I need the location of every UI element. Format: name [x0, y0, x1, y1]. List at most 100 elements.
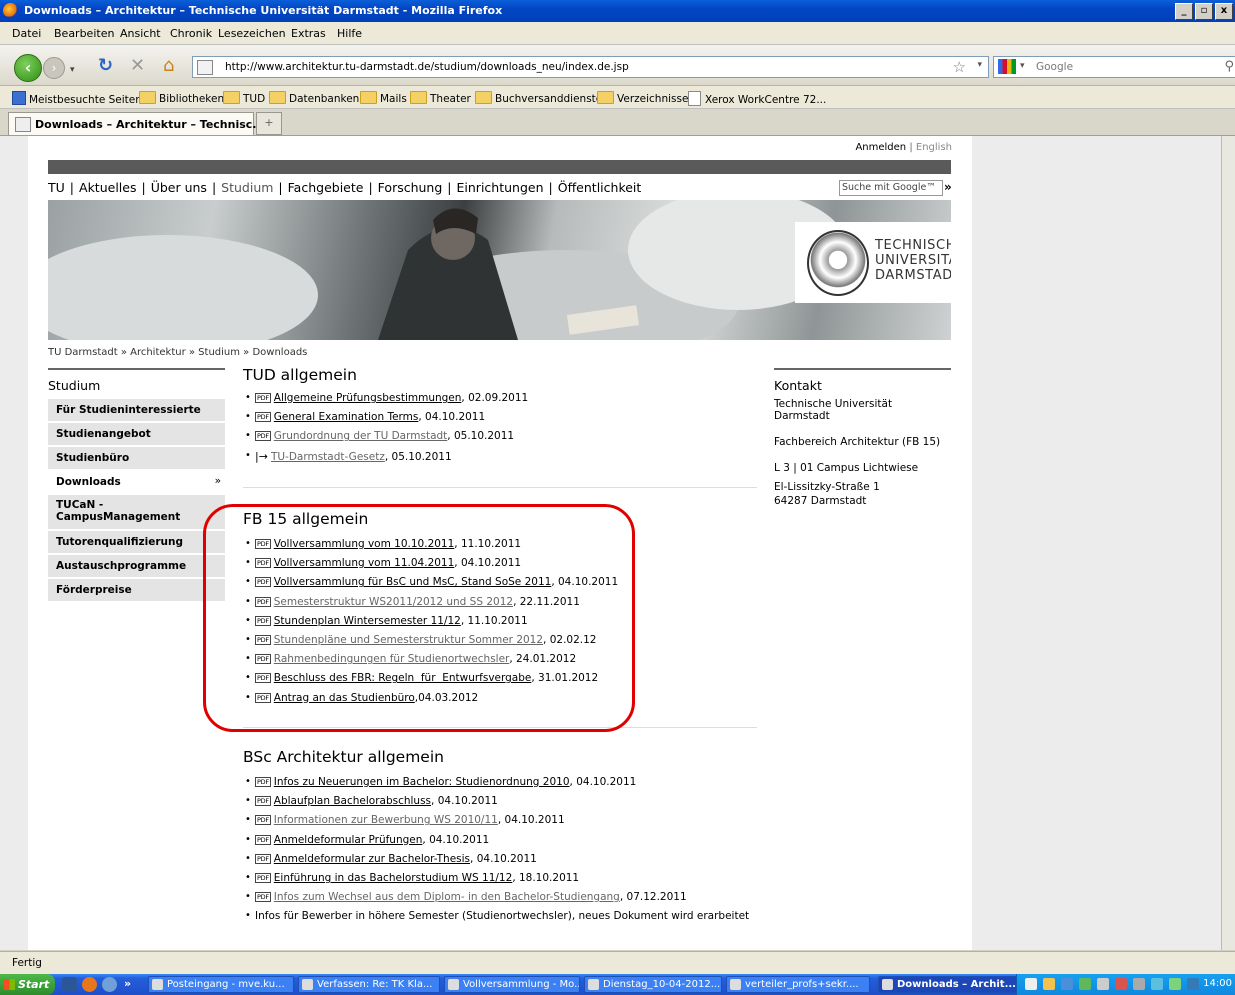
- site-search-input[interactable]: Suche mit Google™: [839, 180, 943, 196]
- firefox-quicklaunch-icon[interactable]: [82, 977, 97, 992]
- taskbar-item[interactable]: verteiler_profs+sekr....: [726, 976, 870, 993]
- contact-city: 64287 Darmstadt: [774, 495, 867, 507]
- minimize-button[interactable]: _: [1175, 3, 1193, 20]
- left-nav-item-active[interactable]: Downloads»: [48, 471, 225, 493]
- list-item: PDFEinführung in das Bachelorstudium WS …: [245, 872, 757, 891]
- nav-einrichtungen[interactable]: Einrichtungen: [457, 180, 544, 195]
- bookmark-bibliotheken[interactable]: Bibliotheken: [139, 91, 224, 105]
- tu-darmstadt-logo[interactable]: TECHNISCHE UNIVERSITÄT DARMSTADT: [795, 222, 951, 303]
- left-nav-item[interactable]: Austauschprogramme: [48, 555, 225, 577]
- close-button[interactable]: x: [1215, 3, 1233, 20]
- taskbar-item-active[interactable]: Downloads – Archit...: [878, 976, 1020, 993]
- left-nav-item[interactable]: Studienangebot: [48, 423, 225, 445]
- document-link[interactable]: Einführung in das Bachelorstudium WS 11/…: [274, 872, 513, 884]
- tray-icon[interactable]: [1115, 978, 1127, 990]
- taskbar-item[interactable]: Dienstag_10-04-2012...: [584, 976, 722, 993]
- tray-icon[interactable]: [1151, 978, 1163, 990]
- search-magnifier-icon[interactable]: ⚲: [1224, 59, 1234, 74]
- list-item: PDFAnmeldeformular zur Bachelor-Thesis, …: [245, 853, 757, 872]
- document-link[interactable]: Grundordnung der TU Darmstadt: [274, 430, 448, 442]
- document-link[interactable]: Informationen zur Bewerbung WS 2010/11: [274, 814, 498, 826]
- menu-lesezeichen[interactable]: Lesezeichen: [218, 27, 286, 40]
- document-link[interactable]: Anmeldeformular zur Bachelor-Thesis: [274, 853, 470, 865]
- left-nav-item[interactable]: Förderpreise: [48, 579, 225, 601]
- left-navigation: Studium Für Studieninteressierte Studien…: [48, 368, 225, 603]
- tray-icon[interactable]: [1079, 978, 1091, 990]
- tray-icon[interactable]: [1097, 978, 1109, 990]
- address-bar[interactable]: http://www.architektur.tu-darmstadt.de/s…: [192, 56, 989, 78]
- left-nav-item[interactable]: Tutorenqualifizierung: [48, 531, 225, 553]
- search-bar[interactable]: ▾ Google ⚲: [993, 56, 1235, 78]
- tray-icon[interactable]: [1133, 978, 1145, 990]
- bookmark-xerox[interactable]: Xerox WorkCentre 72...: [688, 91, 826, 106]
- menu-extras[interactable]: Extras: [291, 27, 326, 40]
- history-dropdown-icon[interactable]: ▾: [70, 61, 75, 79]
- document-link[interactable]: Infos zum Wechsel aus dem Diplom- in den…: [274, 891, 620, 903]
- stop-icon[interactable]: ✕: [130, 57, 145, 75]
- forward-button[interactable]: ›: [43, 57, 65, 79]
- nav-oeffentlichkeit[interactable]: Öffentlichkeit: [558, 180, 642, 195]
- nav-ueber-uns[interactable]: Über uns: [151, 180, 207, 195]
- word-quicklaunch-icon[interactable]: [62, 977, 77, 992]
- document-link[interactable]: Ablaufplan Bachelorabschluss: [274, 795, 431, 807]
- menu-hilfe[interactable]: Hilfe: [337, 27, 362, 40]
- login-link[interactable]: Anmelden: [855, 142, 906, 153]
- home-icon[interactable]: ⌂: [163, 57, 174, 75]
- document-link[interactable]: General Examination Terms: [274, 411, 419, 423]
- breadcrumb[interactable]: TU Darmstadt » Architektur » Studium » D…: [48, 347, 307, 358]
- left-nav-item[interactable]: Für Studieninteressierte: [48, 399, 225, 421]
- back-button[interactable]: ‹: [14, 54, 42, 82]
- window-title-bar[interactable]: Downloads – Architektur – Technische Uni…: [0, 0, 1235, 22]
- site-search-go-button[interactable]: »: [944, 180, 952, 194]
- menu-bearbeiten[interactable]: Bearbeiten: [54, 27, 114, 40]
- menu-chronik[interactable]: Chronik: [170, 27, 212, 40]
- tray-icon[interactable]: [1187, 978, 1199, 990]
- new-tab-button[interactable]: +: [256, 112, 282, 135]
- nav-forschung[interactable]: Forschung: [378, 180, 443, 195]
- bookmark-datenbanken[interactable]: Datenbanken: [269, 91, 359, 105]
- left-nav-item[interactable]: Studienbüro: [48, 447, 225, 469]
- engine-dropdown-icon[interactable]: ▾: [1020, 61, 1025, 71]
- nav-fachgebiete[interactable]: Fachgebiete: [288, 180, 364, 195]
- menu-datei[interactable]: Datei: [12, 27, 41, 40]
- folder-icon: [360, 91, 377, 104]
- reload-icon[interactable]: ↻: [98, 57, 113, 75]
- bookmark-verzeichnisse[interactable]: Verzeichnisse: [597, 91, 688, 105]
- taskbar-item[interactable]: Vollversammlung - Mo...: [444, 976, 580, 993]
- taskbar-item[interactable]: Verfassen: Re: TK Kla...: [298, 976, 440, 993]
- left-nav-item[interactable]: TUCaN - CampusManagement: [48, 495, 225, 529]
- document-link[interactable]: Anmeldeformular Prüfungen: [274, 834, 423, 846]
- start-button[interactable]: Start: [0, 974, 55, 995]
- pdf-icon: PDF: [255, 815, 271, 826]
- bookmark-buchversanddienste[interactable]: Buchversanddienste: [475, 91, 602, 105]
- menu-ansicht[interactable]: Ansicht: [120, 27, 161, 40]
- english-link[interactable]: English: [916, 142, 952, 153]
- thunderbird-quicklaunch-icon[interactable]: [102, 977, 117, 992]
- tray-icon[interactable]: [1061, 978, 1073, 990]
- section-title: BSc Architektur allgemein: [243, 748, 444, 766]
- status-text: Fertig: [12, 957, 42, 969]
- taskbar-item[interactable]: Posteingang - mve.ku...: [148, 976, 294, 993]
- section-tud-allgemein: TUD allgemein PDFAllgemeine Prüfungsbest…: [243, 366, 757, 488]
- url-dropdown-icon[interactable]: ▾: [977, 60, 982, 70]
- bookmark-theater[interactable]: Theater: [410, 91, 471, 105]
- tray-icon[interactable]: [1043, 978, 1055, 990]
- nav-tu[interactable]: TU: [48, 180, 65, 195]
- bookmark-mails[interactable]: Mails: [360, 91, 407, 105]
- tab-downloads[interactable]: Downloads – Architektur – Technisc...: [8, 112, 265, 135]
- pdf-icon: PDF: [255, 796, 271, 807]
- bookmark-star-icon[interactable]: ☆: [953, 58, 966, 76]
- bookmark-tud[interactable]: TUD: [223, 91, 265, 105]
- nav-studium[interactable]: Studium: [221, 180, 273, 195]
- vertical-scrollbar[interactable]: [1221, 136, 1235, 950]
- document-link[interactable]: Infos zu Neuerungen im Bachelor: Studien…: [274, 776, 570, 788]
- nav-aktuelles[interactable]: Aktuelles: [79, 180, 136, 195]
- tray-icon[interactable]: [1169, 978, 1181, 990]
- tray-icon[interactable]: [1025, 978, 1037, 990]
- document-link[interactable]: TU-Darmstadt-Gesetz: [271, 451, 385, 463]
- quicklaunch-more-icon[interactable]: »: [124, 977, 131, 990]
- maximize-button[interactable]: ▫: [1195, 3, 1213, 20]
- google-engine-icon[interactable]: [998, 59, 1016, 74]
- document-link[interactable]: Allgemeine Prüfungsbestimmungen: [274, 392, 462, 404]
- bookmark-most-visited[interactable]: Meistbesuchte Seiten: [12, 91, 142, 106]
